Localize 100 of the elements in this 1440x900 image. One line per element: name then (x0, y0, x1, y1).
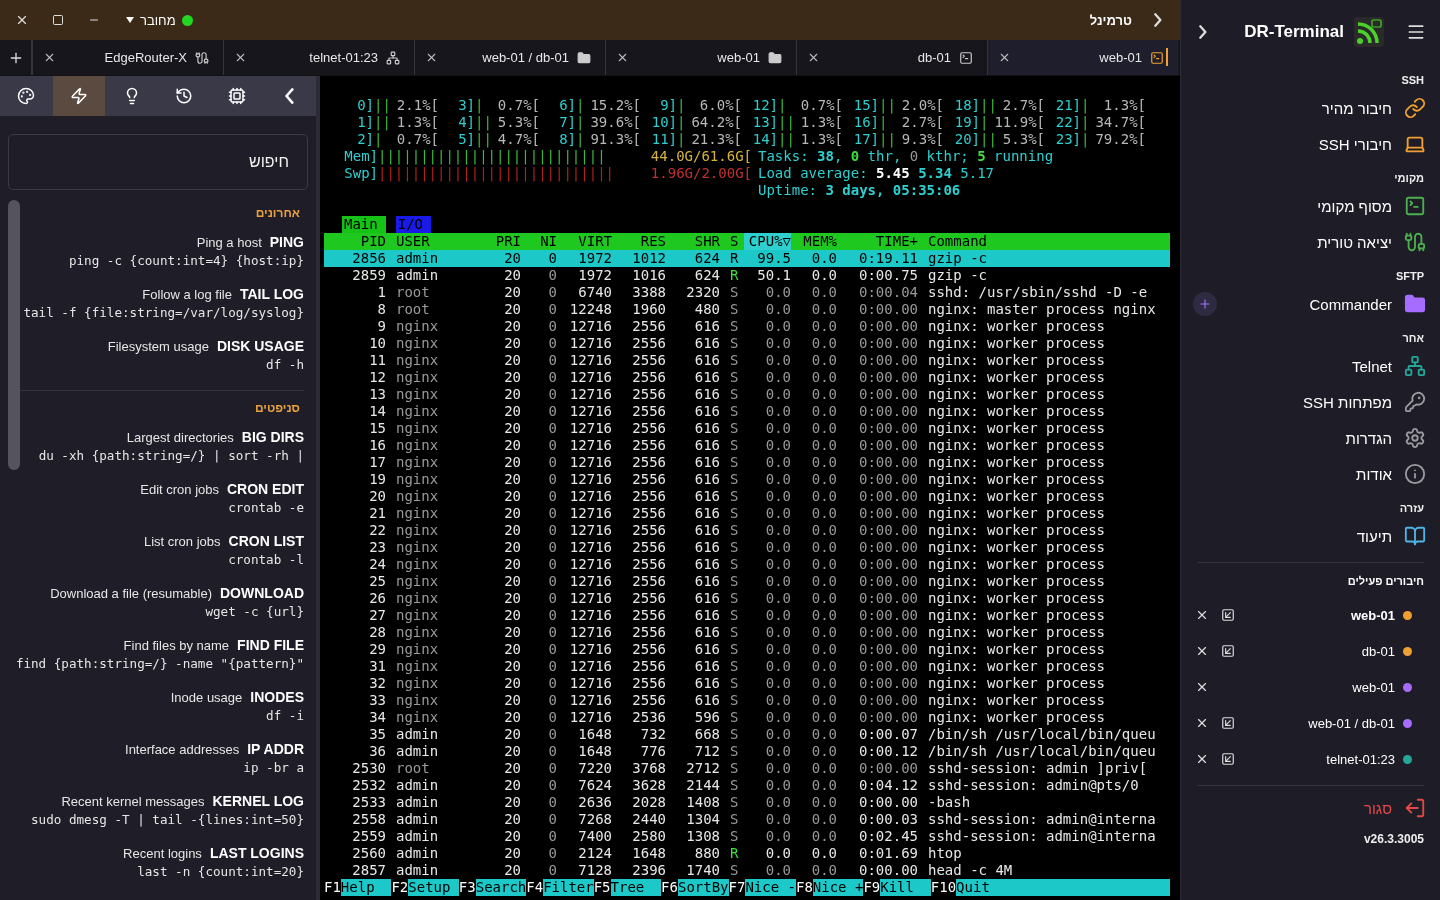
function-key-label[interactable]: Tree (610, 879, 662, 896)
detach-button[interactable] (1221, 644, 1235, 658)
process-row[interactable]: 22 nginx 20 0 12716 2556 616 S 0.0 0.0 0:00.00 nginx: worker process (324, 522, 1170, 539)
nav-item[interactable]: Commander (1181, 286, 1440, 322)
process-row[interactable]: 15 nginx 20 0 12716 2556 616 S 0.0 0.0 0:00.00 nginx: worker process (324, 420, 1170, 437)
process-row[interactable]: 17 nginx 20 0 12716 2556 616 S 0.0 0.0 0:00.00 nginx: worker process (324, 454, 1170, 471)
process-row[interactable]: 2533 admin 20 0 2636 2028 1408 S 0.0 0.0 0:00.00 -bash (324, 794, 1170, 811)
process-row[interactable]: 35 admin 20 0 1648 732 668 S 0.0 0.0 0:00.07 /bin/sh /usr/local/bin/queu (324, 726, 1170, 743)
function-key-label[interactable]: Quit (956, 879, 1170, 896)
close-button[interactable] (1195, 608, 1209, 622)
detach-button[interactable] (1221, 608, 1235, 622)
connection-item[interactable]: telnet-01:23 (1181, 741, 1440, 777)
process-row[interactable]: 2560 admin 20 0 2124 1648 880 R 0.0 0.0 0:01.69 htop (324, 845, 1170, 862)
column-header[interactable]: RES (612, 233, 666, 250)
nav-item[interactable]: יציאה טורית (1181, 224, 1440, 260)
process-row[interactable]: 36 admin 20 0 1648 776 712 S 0.0 0.0 0:00.12 /bin/sh /usr/local/bin/queu (324, 743, 1170, 760)
snippet-name[interactable]: CRON LIST (228, 533, 304, 549)
process-row[interactable]: 20 nginx 20 0 12716 2556 616 S 0.0 0.0 0:00.00 nginx: worker process (324, 488, 1170, 505)
close-button[interactable] (1195, 716, 1209, 730)
function-key-label[interactable]: Filter (543, 879, 594, 896)
process-row[interactable]: 25 nginx 20 0 12716 2556 616 S 0.0 0.0 0:00.00 nginx: worker process (324, 573, 1170, 590)
tab-close-button[interactable] (43, 51, 56, 64)
snippet-name[interactable]: DOWNLOAD (220, 585, 304, 601)
tab[interactable]: EdgeRouter-X (32, 40, 223, 75)
nav-item[interactable]: מפתחות SSH (1181, 384, 1440, 420)
process-row[interactable]: 12 nginx 20 0 12716 2556 616 S 0.0 0.0 0:00.00 nginx: worker process (324, 369, 1170, 386)
column-header[interactable]: Command (918, 233, 1170, 250)
column-header[interactable]: CPU%▽ (744, 233, 791, 250)
process-row[interactable]: 13 nginx 20 0 12716 2556 616 S 0.0 0.0 0:00.00 nginx: worker process (324, 386, 1170, 403)
column-header[interactable]: NI (521, 233, 557, 250)
status-dropdown[interactable]: מחובר (126, 12, 193, 28)
scrollbar[interactable] (8, 200, 20, 470)
snippet-name[interactable]: INODES (250, 689, 304, 705)
process-row[interactable]: 2558 admin 20 0 7268 2440 1304 S 0.0 0.0 0:00.03 sshd-session: admin@interna (324, 811, 1170, 828)
close-session-button[interactable]: סגור (1181, 790, 1440, 826)
process-row[interactable]: 31 nginx 20 0 12716 2556 616 S 0.0 0.0 0:00.00 nginx: worker process (324, 658, 1170, 675)
function-key-label[interactable]: Setup (408, 879, 459, 896)
snippet-name[interactable]: IP ADDR (247, 741, 304, 757)
connection-item[interactable]: web-01 (1181, 597, 1440, 633)
process-row[interactable]: 1 root 20 0 6740 3388 2320 S 0.0 0.0 0:00.04 sshd: /usr/sbin/sshd -D -e (324, 284, 1170, 301)
tab-close-button[interactable] (616, 51, 629, 64)
process-row[interactable]: 32 nginx 20 0 12716 2556 616 S 0.0 0.0 0:00.00 nginx: worker process (324, 675, 1170, 692)
process-row[interactable]: 19 nginx 20 0 12716 2556 616 S 0.0 0.0 0:00.00 nginx: worker process (324, 471, 1170, 488)
tab-close-button[interactable] (425, 51, 438, 64)
process-row[interactable]: 27 nginx 20 0 12716 2556 616 S 0.0 0.0 0:00.00 nginx: worker process (324, 607, 1170, 624)
process-row[interactable]: 21 nginx 20 0 12716 2556 616 S 0.0 0.0 0:00.00 nginx: worker process (324, 505, 1170, 522)
column-header[interactable]: USER (386, 233, 482, 250)
process-row[interactable]: 26 nginx 20 0 12716 2556 616 S 0.0 0.0 0:00.00 nginx: worker process (324, 590, 1170, 607)
tab-close-button[interactable] (807, 51, 820, 64)
column-header[interactable]: PID (324, 233, 386, 250)
snippet-name[interactable]: CRON EDIT (227, 481, 304, 497)
search-field[interactable]: חיפוש (8, 134, 308, 190)
snippet-name[interactable]: KERNEL LOG (212, 793, 304, 809)
process-row[interactable]: 16 nginx 20 0 12716 2556 616 S 0.0 0.0 0:00.00 nginx: worker process (324, 437, 1170, 454)
connection-item[interactable]: web-01 / db-01 (1181, 705, 1440, 741)
process-row[interactable]: 33 nginx 20 0 12716 2556 616 S 0.0 0.0 0:00.00 nginx: worker process (324, 692, 1170, 709)
nav-item[interactable]: Telnet (1181, 348, 1440, 384)
tab[interactable]: web-01 (605, 40, 796, 75)
nav-item[interactable]: מסוף מקומי (1181, 188, 1440, 224)
process-row[interactable]: 2859 admin 20 0 1972 1016 624 R 50.1 0.0 0:00.75 gzip -c (324, 267, 1170, 284)
tool-button[interactable] (52, 76, 106, 116)
function-key-label[interactable]: Nice - (745, 879, 796, 896)
function-key-label[interactable]: Kill (880, 879, 931, 896)
nav-item[interactable]: חיבורי SSH (1181, 126, 1440, 162)
process-row[interactable]: 14 nginx 20 0 12716 2556 616 S 0.0 0.0 0:00.00 nginx: worker process (324, 403, 1170, 420)
screen-tab[interactable]: Main (342, 216, 386, 233)
tab[interactable]: web-01 (987, 40, 1178, 75)
snippet-name[interactable]: LAST LOGINS (209, 845, 304, 861)
function-key-label[interactable]: SortBy (677, 879, 729, 896)
column-header[interactable]: S (720, 233, 744, 250)
process-row[interactable]: 11 nginx 20 0 12716 2556 616 S 0.0 0.0 0:00.00 nginx: worker process (324, 352, 1170, 369)
process-row[interactable]: 10 nginx 20 0 12716 2556 616 S 0.0 0.0 0:00.00 nginx: worker process (324, 335, 1170, 352)
process-row[interactable]: 2857 admin 20 0 7128 2396 1740 S 0.0 0.0 0:00.00 head -c 4M (324, 862, 1170, 879)
snippet-name[interactable]: DISK USAGE (216, 338, 304, 354)
nav-item[interactable]: תיעוד (1181, 518, 1440, 554)
add-button[interactable] (1193, 292, 1217, 316)
tab[interactable]: telnet-01:23 (223, 40, 414, 75)
snippet-name[interactable]: TAIL LOG (239, 286, 304, 302)
process-row[interactable]: 24 nginx 20 0 12716 2556 616 S 0.0 0.0 0:00.00 nginx: worker process (324, 556, 1170, 573)
process-row[interactable]: 28 nginx 20 0 12716 2556 616 S 0.0 0.0 0:00.00 nginx: worker process (324, 624, 1170, 641)
connection-item[interactable]: web-01 (1181, 669, 1440, 705)
column-header[interactable]: VIRT (557, 233, 612, 250)
detach-button[interactable] (1221, 752, 1235, 766)
detach-button[interactable] (1221, 716, 1235, 730)
process-row[interactable]: 2530 root 20 0 7220 3768 2712 S 0.0 0.0 0:00.00 sshd-session: admin ]priv[ (324, 760, 1170, 777)
process-row[interactable]: 34 nginx 20 0 12716 2536 596 S 0.0 0.0 0:00.00 nginx: worker process (324, 709, 1170, 726)
tab[interactable]: web-01 / db-01 (414, 40, 605, 75)
snippet-name[interactable]: BIG DIRS (241, 429, 304, 445)
column-header[interactable]: PRI (482, 233, 521, 250)
column-header[interactable]: SHR (666, 233, 720, 250)
column-header[interactable]: MEM% (791, 233, 837, 250)
snippet-name[interactable]: FIND FILE (237, 637, 304, 653)
process-row[interactable]: 29 nginx 20 0 12716 2556 616 S 0.0 0.0 0:00.00 nginx: worker process (324, 641, 1170, 658)
close-button[interactable] (1195, 752, 1209, 766)
column-header[interactable]: TIME+ (837, 233, 918, 250)
process-row[interactable]: 2532 admin 20 0 7624 3628 2144 S 0.0 0.0 0:04.12 sshd-session: admin@pts/0 (324, 777, 1170, 794)
tab-close-button[interactable] (998, 51, 1011, 64)
process-row[interactable]: 8 root 20 0 12248 1960 480 S 0.0 0.0 0:00.00 nginx: master process nginx (324, 301, 1170, 318)
process-row[interactable]: 23 nginx 20 0 12716 2556 616 S 0.0 0.0 0:00.00 nginx: worker process (324, 539, 1170, 556)
snippet-name[interactable]: PING (269, 234, 304, 250)
